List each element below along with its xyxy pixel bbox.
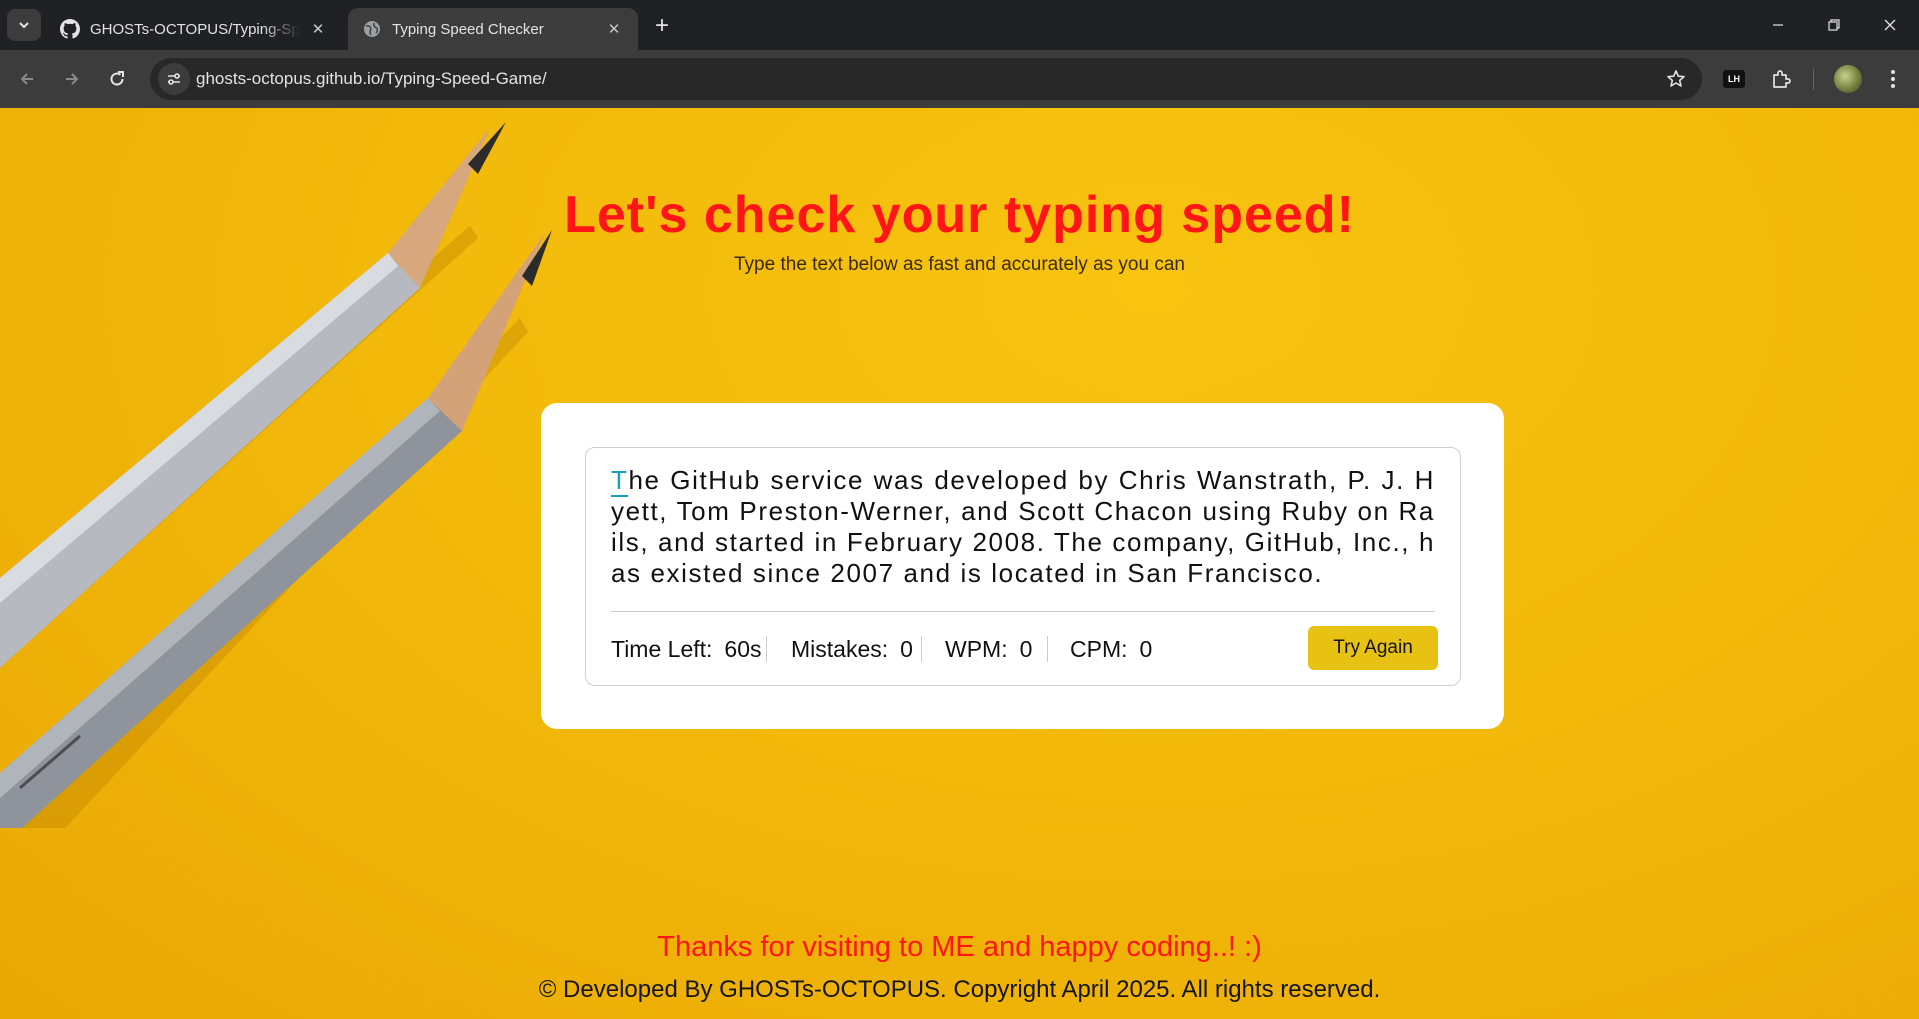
stat-divider [766,636,767,662]
kebab-menu-icon[interactable] [1879,65,1907,93]
browser-toolbar: ghosts-octopus.github.io/Typing-Speed-Ga… [0,50,1919,108]
tab-title: GHOSTs-OCTOPUS/Typing-Speed-Game [90,20,300,38]
site-info-tune-icon[interactable] [158,63,190,95]
cpm-label: CPM: [1070,635,1128,662]
mistakes-stat: Mistakes: 0 [791,626,913,672]
extensions-puzzle-icon[interactable] [1767,65,1795,93]
try-again-button[interactable]: Try Again [1308,626,1438,670]
tab-title: Typing Speed Checker [392,20,544,38]
wpm-stat: WPM: 0 [945,626,1032,672]
time-left-value: 60s [724,635,762,662]
mistakes-label: Mistakes: [791,635,889,662]
page-title: Let's check your typing speed! [564,186,1355,244]
stats-row: Time Left: 60s Mistakes: 0 WPM: 0 CPM: 0 [611,626,1438,672]
thanks-message: Thanks for visiting to ME and happy codi… [657,931,1262,963]
wpm-label: WPM: [945,635,1008,662]
close-icon[interactable]: ✕ [604,19,624,39]
reload-icon[interactable] [99,61,135,97]
lighthouse-extension-icon[interactable]: LH [1720,65,1748,93]
page-subtitle: Type the text below as fast and accurate… [734,254,1185,275]
address-bar[interactable]: ghosts-octopus.github.io/Typing-Speed-Ga… [150,58,1702,100]
restore-icon[interactable] [1806,0,1862,50]
toolbar-divider [1813,68,1814,90]
new-tab-plus-icon[interactable]: + [648,12,676,40]
tab-github-repo[interactable]: GHOSTs-OCTOPUS/Typing-Speed-Game ✕ [46,8,342,50]
time-left-stat: Time Left: 60s [611,626,762,672]
current-character: T [611,465,629,497]
bookmark-star-icon[interactable] [1664,67,1688,91]
typing-card: The GitHub service was developed by Chri… [541,403,1504,729]
tab-typing-speed-checker[interactable]: Typing Speed Checker ✕ [348,8,638,50]
content-divider [611,611,1435,612]
browser-tab-bar: GHOSTs-OCTOPUS/Typing-Speed-Game ✕ Typin… [0,0,1919,50]
passage-text: he GitHub service was developed by Chris… [611,465,1435,585]
chevron-down-icon [19,22,29,29]
wpm-value: 0 [1019,635,1033,662]
forward-arrow-icon[interactable] [54,61,90,97]
profile-avatar[interactable] [1834,65,1862,93]
close-icon[interactable]: ✕ [308,19,328,39]
url-text: ghosts-octopus.github.io/Typing-Speed-Ga… [196,69,547,88]
typing-area[interactable]: The GitHub service was developed by Chri… [585,447,1461,686]
time-left-label: Time Left: [611,635,713,662]
globe-icon [362,19,382,39]
back-arrow-icon[interactable] [9,61,45,97]
tab-search-button[interactable] [7,9,41,41]
window-close-icon[interactable] [1862,0,1918,50]
typing-passage[interactable]: The GitHub service was developed by Chri… [611,465,1435,585]
copyright-footer: © Developed By GHOSTs-OCTOPUS. Copyright… [538,976,1381,1003]
github-icon [60,19,80,39]
minimize-icon[interactable] [1750,0,1806,50]
stat-divider [921,636,922,662]
mistakes-value: 0 [900,635,913,662]
stat-divider [1047,636,1048,662]
cpm-value: 0 [1139,635,1153,662]
lighthouse-label: LH [1723,70,1745,88]
page-viewport: Let's check your typing speed! Type the … [0,108,1919,1019]
cpm-stat: CPM: 0 [1070,626,1152,672]
